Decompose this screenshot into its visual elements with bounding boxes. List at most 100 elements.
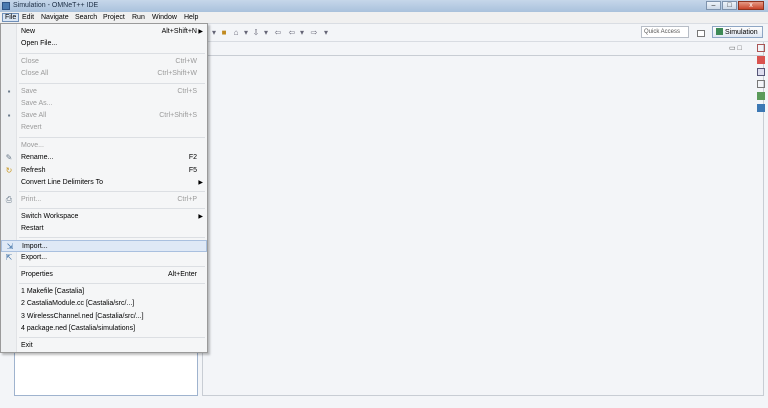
forward-icon[interactable]: ⇨ [310, 29, 318, 37]
menu-separator [19, 53, 205, 54]
menu-item-restart[interactable]: Restart [1, 223, 207, 235]
menu-item-label: Rename... [21, 154, 54, 161]
problems-icon[interactable] [757, 56, 765, 64]
menu-item-properties[interactable]: Properties Alt+Enter [1, 269, 207, 281]
menu-item-print[interactable]: ⎙ Print... Ctrl+P [1, 194, 207, 206]
menu-item-refresh[interactable]: ↻ Refresh F5 [1, 165, 207, 177]
minimize-maximize-controls[interactable]: ▭ □ [729, 44, 742, 52]
task-list-icon[interactable] [757, 44, 765, 52]
menu-item-accelerator: Ctrl+Shift+S [159, 112, 197, 119]
menu-edit[interactable]: Edit [20, 13, 36, 22]
omnet-app-icon [2, 2, 10, 10]
menu-item-accelerator: F2 [188, 154, 197, 161]
menu-item-switch-workspace[interactable]: Switch Workspace ▶ [1, 211, 207, 223]
menu-item-new[interactable]: New Alt+Shift+N ▶ [1, 26, 207, 38]
menu-item-label: Save [21, 88, 37, 95]
file-menu-dropdown: New Alt+Shift+N ▶ Open File... Close Ctr… [0, 23, 208, 353]
rename-icon: ✎ [5, 153, 13, 162]
menu-item-label: Revert [21, 124, 42, 131]
menu-separator [19, 237, 205, 238]
menu-separator [19, 83, 205, 84]
last-edit-icon[interactable]: ⇦ [274, 29, 282, 37]
editor-tab-divider [202, 55, 764, 56]
menu-item-label: Open File... [21, 40, 58, 47]
menu-file[interactable]: File [2, 13, 20, 22]
menu-separator [19, 266, 205, 267]
menu-item-recent-file[interactable]: 2 CastaliaModule.cc [Castalia/src/...] [1, 298, 207, 310]
menu-separator [19, 283, 205, 284]
editor-area[interactable] [202, 42, 764, 396]
menu-item-move[interactable]: Move... [1, 140, 207, 152]
menu-item-import[interactable]: ⇲ Import... [1, 240, 207, 252]
menu-item-label: Restart [21, 225, 44, 232]
menu-item-recent-file[interactable]: 3 WirelessChannel.ned [Castalia/src/...] [1, 311, 207, 323]
console-icon[interactable] [757, 68, 765, 76]
menu-separator [19, 191, 205, 192]
menu-item-save-all[interactable]: ▪ Save All Ctrl+Shift+S [1, 110, 207, 122]
minimize-button[interactable]: – [706, 1, 721, 10]
annotation-icon[interactable]: ⌂ [232, 29, 240, 37]
dropdown-arrow-icon[interactable]: ▾ [322, 29, 330, 37]
menu-item-save[interactable]: ▪ Save Ctrl+S [1, 86, 207, 98]
close-button[interactable]: x [738, 1, 764, 10]
menu-item-label: Print... [21, 196, 42, 203]
back-icon[interactable]: ⇦ [288, 29, 296, 37]
menu-item-exit[interactable]: Exit [1, 340, 207, 352]
menu-separator [19, 337, 205, 338]
menu-run[interactable]: Run [130, 13, 147, 22]
dropdown-arrow-icon[interactable]: ▾ [262, 29, 270, 37]
properties-view-icon[interactable] [757, 104, 765, 112]
menu-item-label: 1 Makefile [Castalia] [21, 288, 85, 295]
open-perspective-icon[interactable] [697, 30, 705, 37]
menu-item-accelerator: Alt+Shift+N [161, 28, 197, 35]
refresh-icon: ↻ [5, 166, 13, 175]
menu-item-convert-line-delimiters[interactable]: Convert Line Delimiters To ▶ [1, 177, 207, 189]
outline-icon[interactable] [757, 80, 765, 88]
menu-item-close-all[interactable]: Close All Ctrl+Shift+W [1, 68, 207, 80]
menu-item-label: 4 package.ned [Castalia/simulations] [21, 325, 136, 332]
project-explorer-pane[interactable] [14, 348, 198, 396]
menu-item-revert[interactable]: Revert [1, 122, 207, 134]
submenu-arrow-icon: ▶ [198, 180, 203, 186]
save-icon: ▪ [7, 87, 11, 96]
menu-item-label: Import... [22, 243, 48, 250]
quick-access-input[interactable]: Quick Access [641, 26, 689, 38]
simulation-perspective-button[interactable]: Simulation [712, 26, 763, 38]
menu-item-save-as[interactable]: Save As... [1, 98, 207, 110]
menu-item-label: Properties [21, 271, 53, 278]
menu-separator [19, 137, 205, 138]
menu-navigate[interactable]: Navigate [39, 13, 71, 22]
menu-item-recent-file[interactable]: 1 Makefile [Castalia] [1, 286, 207, 298]
menu-item-rename[interactable]: ✎ Rename... F2 [1, 152, 207, 164]
menu-item-label: New [21, 28, 36, 35]
perspective-label: Simulation [725, 29, 758, 36]
maximize-button[interactable]: □ [722, 1, 737, 10]
open-folder-icon[interactable]: ■ [220, 29, 228, 37]
export-icon: ⇱ [5, 253, 13, 262]
menu-item-recent-file[interactable]: 4 package.ned [Castalia/simulations] [1, 323, 207, 335]
menu-search[interactable]: Search [73, 13, 99, 22]
window-title: Simulation - OMNeT++ IDE [13, 2, 99, 9]
menu-item-label: 2 CastaliaModule.cc [Castalia/src/...] [21, 300, 135, 307]
menu-item-accelerator: Ctrl+W [175, 58, 197, 65]
menu-item-label: Switch Workspace [21, 213, 79, 220]
menu-item-open-file[interactable]: Open File... [1, 38, 207, 50]
menu-item-close[interactable]: Close Ctrl+W [1, 56, 207, 68]
dropdown-arrow-icon[interactable]: ▾ [298, 29, 306, 37]
menu-project[interactable]: Project [101, 13, 127, 22]
dropdown-arrow-icon[interactable]: ▾ [210, 29, 218, 37]
print-icon: ⎙ [5, 195, 13, 204]
menu-item-label: Convert Line Delimiters To [21, 179, 103, 186]
menu-item-label: Save All [21, 112, 47, 119]
import-icon: ⇲ [6, 242, 14, 251]
menu-item-label: Close All [21, 70, 49, 77]
menu-item-accelerator: Alt+Enter [168, 271, 197, 278]
menu-window[interactable]: Window [150, 13, 179, 22]
next-annotation-icon[interactable]: ⇩ [252, 29, 260, 37]
dropdown-arrow-icon[interactable]: ▾ [242, 29, 250, 37]
module-hierarchy-icon[interactable] [757, 92, 765, 100]
menu-help[interactable]: Help [182, 13, 200, 22]
menu-item-export[interactable]: ⇱ Export... [1, 252, 207, 264]
menu-item-label: Close [21, 58, 39, 65]
save-all-icon: ▪ [7, 111, 11, 120]
